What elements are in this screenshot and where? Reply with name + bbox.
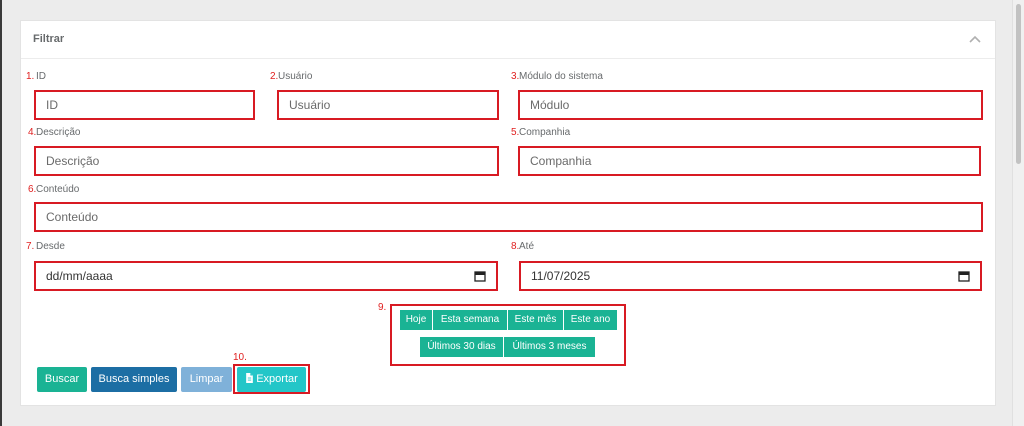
id-input[interactable]	[36, 92, 253, 118]
modulo-label: Módulo do sistema	[519, 71, 603, 82]
ultimos-30-dias-button[interactable]: Últimos 30 dias	[420, 337, 503, 357]
chevron-up-icon[interactable]	[969, 35, 981, 43]
scrollbar-thumb[interactable]	[1016, 4, 1021, 164]
annotation-number-10: 10.	[233, 352, 247, 363]
panel-header[interactable]: Filtrar	[21, 21, 995, 59]
window-edge	[0, 0, 2, 426]
este-mes-button[interactable]: Este mês	[508, 310, 563, 330]
desde-label: Desde	[36, 241, 65, 252]
calendar-icon[interactable]	[958, 270, 970, 282]
descricao-input[interactable]	[36, 148, 497, 174]
panel-title: Filtrar	[33, 33, 65, 45]
limpar-button[interactable]: Limpar	[181, 367, 232, 392]
calendar-icon[interactable]	[474, 270, 486, 282]
id-label: ID	[36, 71, 46, 82]
usuario-field-frame	[277, 90, 499, 120]
ultimos-3-meses-button[interactable]: Últimos 3 meses	[504, 337, 595, 357]
id-field-frame	[34, 90, 255, 120]
modulo-input[interactable]	[520, 92, 981, 118]
buscar-button[interactable]: Buscar	[37, 367, 87, 392]
exportar-label: Exportar	[256, 373, 298, 385]
ate-date-input[interactable]: 11/07/2025	[519, 261, 982, 291]
usuario-input[interactable]	[279, 92, 497, 118]
este-ano-button[interactable]: Este ano	[564, 310, 617, 330]
busca-simples-button[interactable]: Busca simples	[91, 367, 177, 392]
conteudo-label: Conteúdo	[36, 184, 80, 195]
descricao-label: Descrição	[36, 127, 81, 138]
vertical-scrollbar[interactable]	[1012, 0, 1024, 426]
desde-date-input[interactable]: dd/mm/aaaa	[34, 261, 498, 291]
ate-date-value: 11/07/2025	[531, 269, 591, 283]
companhia-input[interactable]	[520, 148, 979, 174]
conteudo-input[interactable]	[36, 204, 981, 230]
companhia-field-frame	[518, 146, 981, 176]
annotation-number-9: 9.	[378, 302, 387, 313]
descricao-field-frame	[34, 146, 499, 176]
annotation-number-1: 1.	[26, 71, 35, 82]
conteudo-field-frame	[34, 202, 983, 232]
hoje-button[interactable]: Hoje	[400, 310, 432, 330]
usuario-label: Usuário	[278, 71, 313, 82]
companhia-label: Companhia	[519, 127, 571, 138]
file-icon	[246, 373, 254, 383]
desde-date-value: dd/mm/aaaa	[46, 269, 113, 283]
modulo-field-frame	[518, 90, 983, 120]
annotation-number-7: 7.	[26, 241, 35, 252]
ate-label: Até	[519, 241, 535, 252]
exportar-button[interactable]: Exportar	[237, 367, 306, 392]
esta-semana-button[interactable]: Esta semana	[433, 310, 507, 330]
